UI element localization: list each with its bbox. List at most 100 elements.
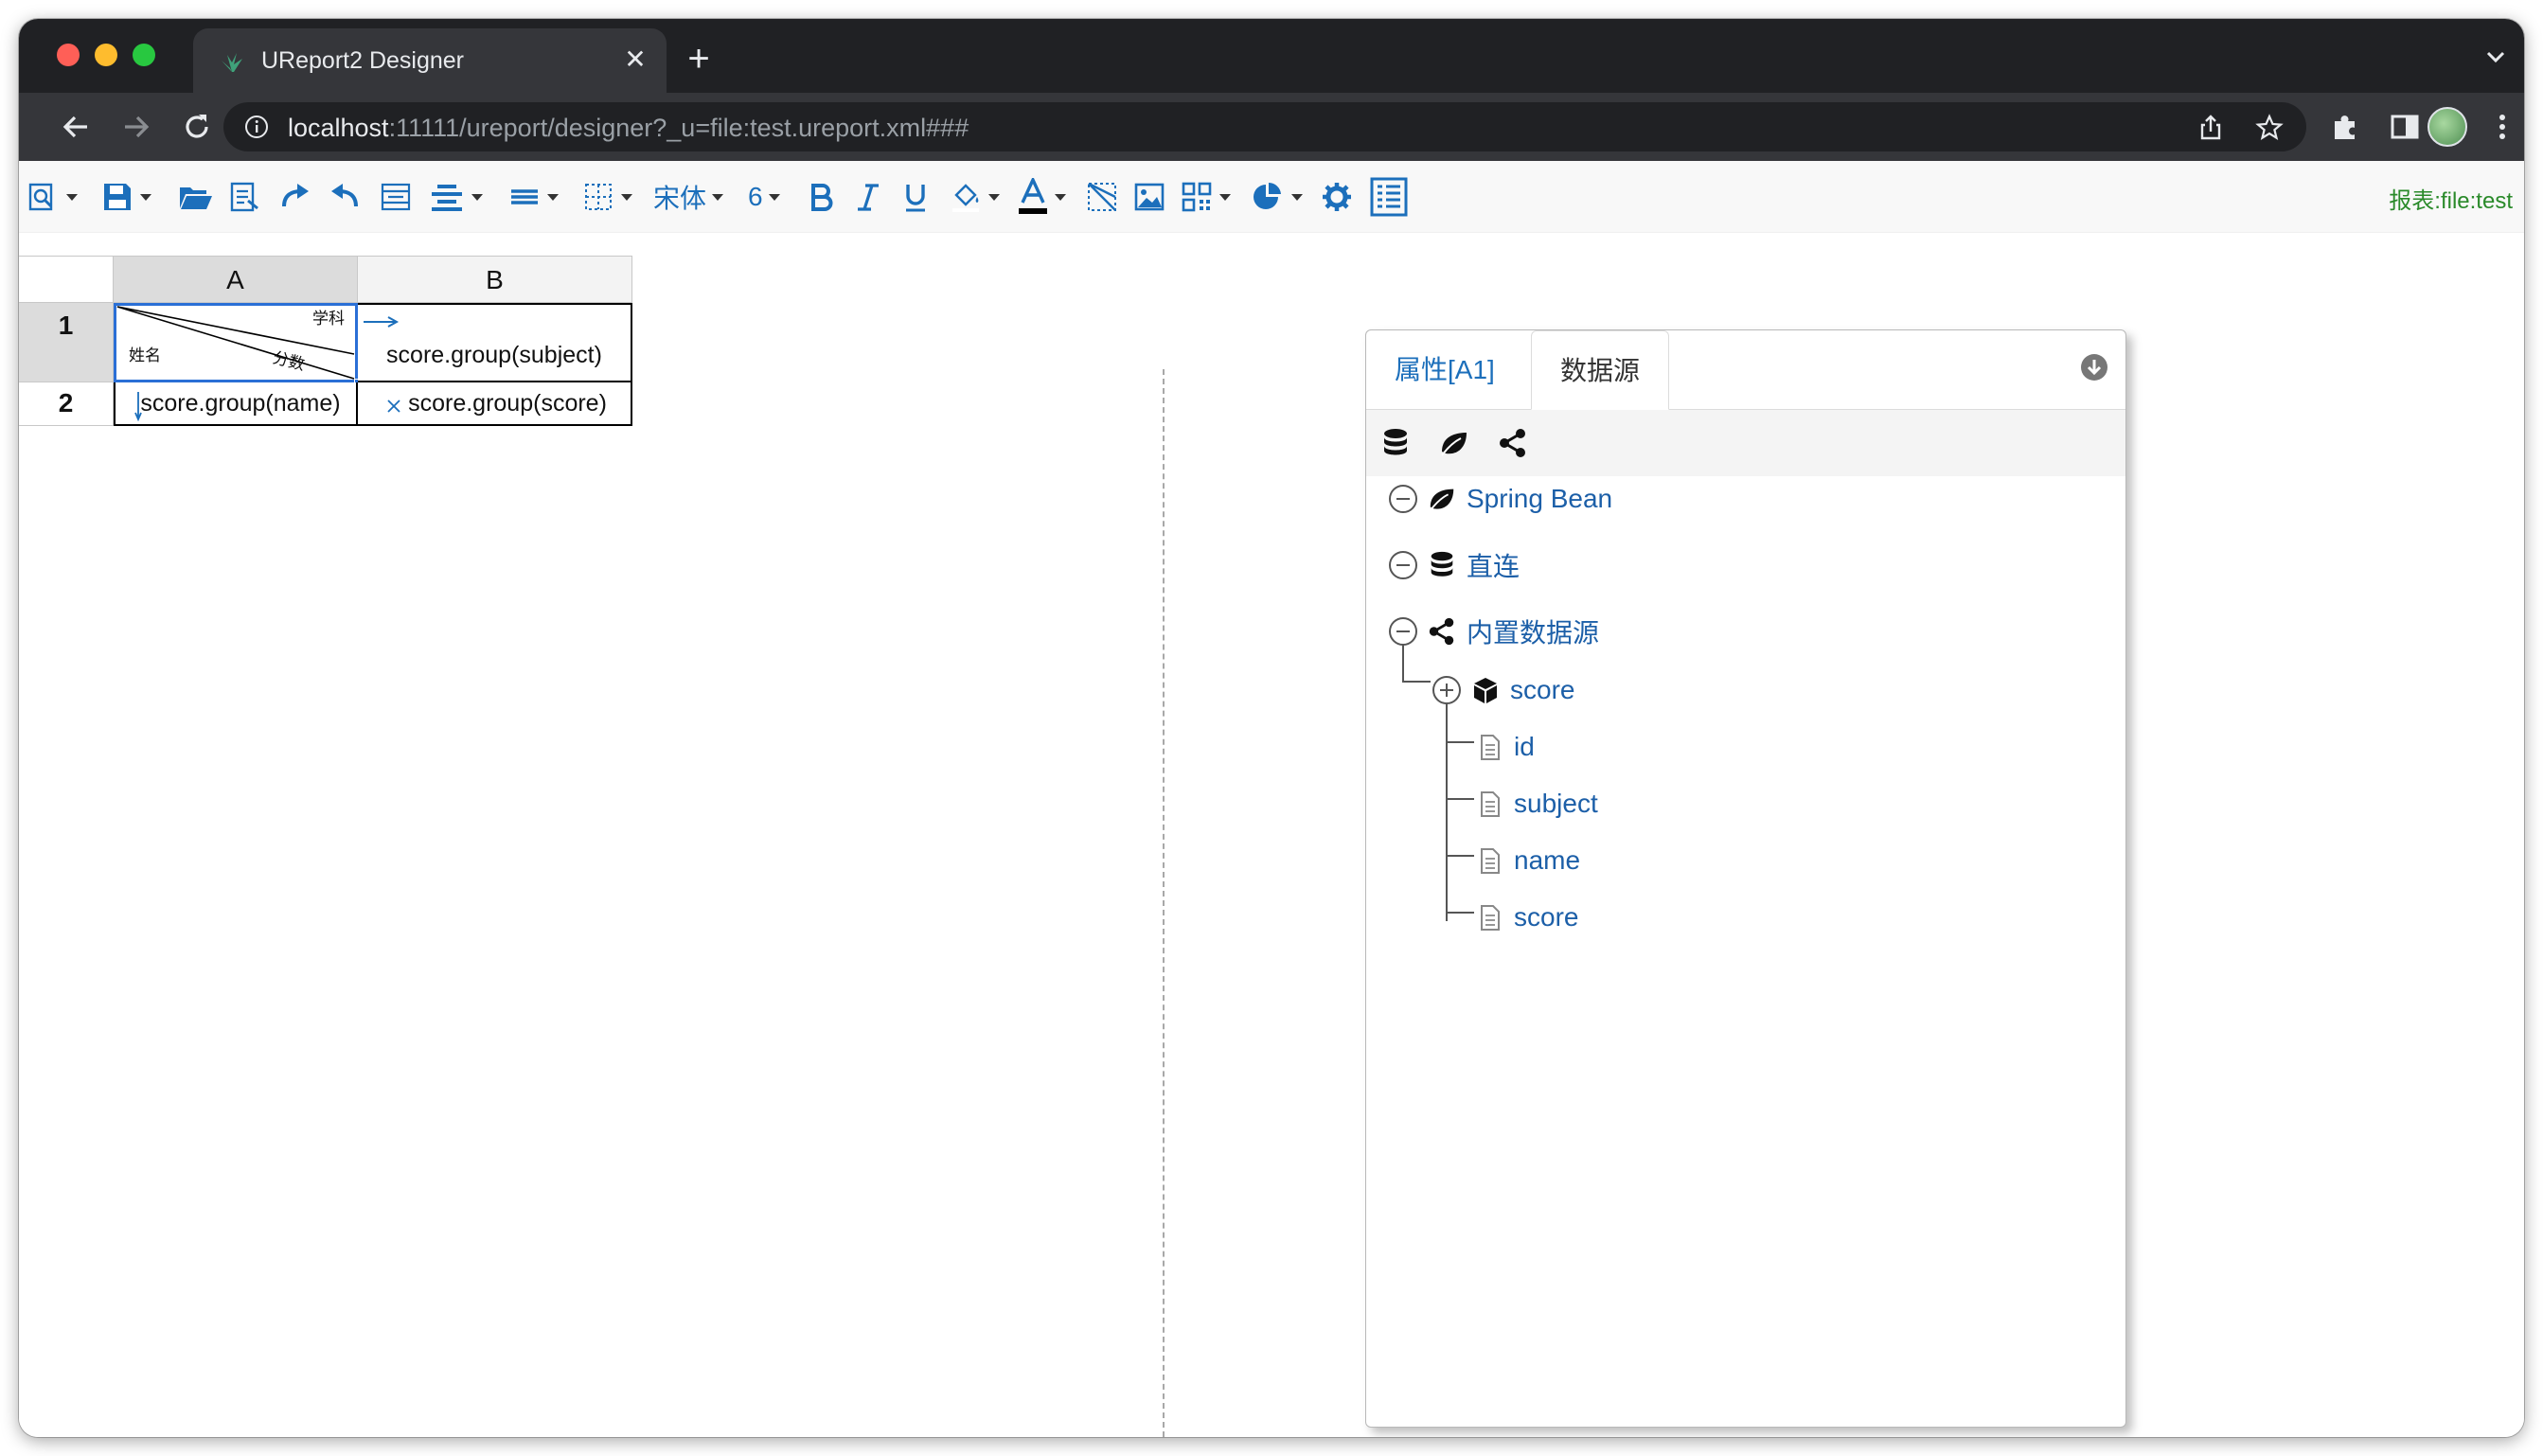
tab-datasource[interactable]: 数据源 [1531,330,1670,410]
browser-menu-icon[interactable] [2498,112,2507,142]
column-header-b[interactable]: B [358,256,632,303]
side-panel-icon[interactable] [2388,110,2422,144]
chevron-down-icon [547,193,559,201]
cell-a2-text: score.group(name) [140,389,341,417]
folder-open-icon [180,187,212,209]
chevron-down-icon [621,193,632,201]
import-button[interactable] [227,178,261,216]
chevron-down-icon [712,193,724,201]
slash-header-button[interactable] [1085,178,1119,216]
chevron-down-icon[interactable] [2482,44,2509,70]
property-panel: 属性[A1] 数据源 Spring Bean 直连 内置数据源 score id… [1365,329,2126,1428]
border-button[interactable] [581,178,632,216]
tree-node-dataset-score[interactable]: score [1432,671,1574,709]
underline-button[interactable] [901,178,930,216]
grid-corner[interactable] [19,256,114,303]
field-icon [1481,735,1500,760]
gear-icon [1323,183,1351,211]
chevron-down-icon [1291,193,1303,201]
qrcode-button[interactable] [1180,178,1231,216]
underline-icon [906,185,925,212]
bookmark-star-icon[interactable] [2255,114,2284,142]
align-button[interactable] [428,178,483,216]
share-icon[interactable] [2196,114,2225,142]
tree-node-label: Spring Bean [1467,484,1613,513]
bold-button[interactable] [807,178,835,216]
designer-toolbar: 宋体 6 报表:file:test [19,161,2524,233]
close-window-button[interactable] [57,44,80,66]
minimize-window-button[interactable] [95,44,117,66]
collapse-toggle[interactable] [1389,485,1417,513]
undo-button[interactable] [328,178,362,216]
browser-tab[interactable]: UReport2 Designer ✕ [193,28,667,93]
url-host: localhost [288,114,389,142]
designer-page: 宋体 6 报表:file:test A B 1 2 学科 姓名 分数 score… [19,161,2524,1437]
tree-node-spring-bean[interactable]: Spring Bean [1389,480,1612,518]
image-button[interactable] [1132,178,1166,216]
italic-icon [858,184,879,211]
chevron-down-icon [471,193,483,201]
back-icon[interactable] [59,110,93,144]
report-list-button[interactable] [1369,177,1409,217]
cell-b2[interactable]: score.group(score) [358,382,632,426]
tree-node-label: subject [1514,789,1598,818]
tree-field-id[interactable]: id [1474,728,1535,766]
fill-color-button[interactable] [949,178,1000,216]
cell-b2-text: score.group(score) [408,389,607,417]
slash-left-label: 姓名 [129,346,161,364]
cell-b1[interactable]: score.group(subject) [358,303,632,382]
font-family-select[interactable]: 宋体 [653,178,724,216]
tree-line [1402,681,1431,683]
row-header-1[interactable]: 1 [19,303,114,382]
tab-properties[interactable]: 属性[A1] [1366,330,1523,410]
close-tab-icon[interactable]: ✕ [621,45,649,74]
forward-icon[interactable] [119,110,153,144]
tree-node-builtin[interactable]: 内置数据源 [1389,613,1599,650]
preview-button[interactable] [27,178,78,216]
extensions-icon[interactable] [2329,110,2363,144]
expand-toggle[interactable] [1432,676,1461,704]
spring-leaf-icon[interactable] [1438,427,1470,459]
tree-node-direct[interactable]: 直连 [1389,546,1520,584]
chevron-down-icon [140,193,151,201]
profile-avatar[interactable] [2427,107,2467,147]
tree-field-subject[interactable]: subject [1474,785,1598,823]
pie-chart-icon [1254,182,1281,209]
cube-icon [1474,678,1497,703]
tab-strip: UReport2 Designer ✕ + [19,19,2524,93]
chevron-down-icon [1055,193,1066,201]
maximize-window-button[interactable] [133,44,155,66]
italic-button[interactable] [854,178,882,216]
slash-header-icon [1088,182,1116,211]
cell-a1[interactable]: 学科 姓名 分数 [114,303,364,388]
share-nodes-icon[interactable] [1497,427,1529,459]
align-center-icon [432,185,462,211]
site-info-icon[interactable] [244,115,269,139]
collapse-toggle[interactable] [1389,551,1417,579]
tree-field-score[interactable]: score [1474,898,1578,936]
merge-cells-button[interactable] [379,178,413,216]
collapse-toggle[interactable] [1389,617,1417,646]
save-button[interactable] [100,178,151,216]
tree-field-name[interactable]: name [1474,842,1580,879]
valign-button[interactable] [507,178,559,216]
column-header-a[interactable]: A [114,256,358,303]
font-color-button[interactable] [1017,178,1066,216]
cell-a2[interactable]: score.group(name) [114,382,358,426]
border-icon [585,184,612,210]
list-icon [1370,177,1408,217]
panel-tabs: 属性[A1] 数据源 [1366,330,2125,410]
font-size-select[interactable]: 6 [748,178,780,216]
new-tab-button[interactable]: + [682,40,716,78]
chart-button[interactable] [1250,178,1303,216]
row-header-2[interactable]: 2 [19,382,114,426]
open-button[interactable] [178,178,214,216]
database-icon[interactable] [1379,427,1412,459]
font-family-value: 宋体 [653,184,707,213]
reload-icon[interactable] [180,110,214,144]
preview-icon [28,183,53,211]
arrow-circle-down-icon[interactable] [2080,353,2108,382]
settings-button[interactable] [1320,178,1354,216]
address-bar[interactable]: localhost:11111/ureport/designer?_u=file… [223,102,2306,151]
redo-button[interactable] [278,178,312,216]
